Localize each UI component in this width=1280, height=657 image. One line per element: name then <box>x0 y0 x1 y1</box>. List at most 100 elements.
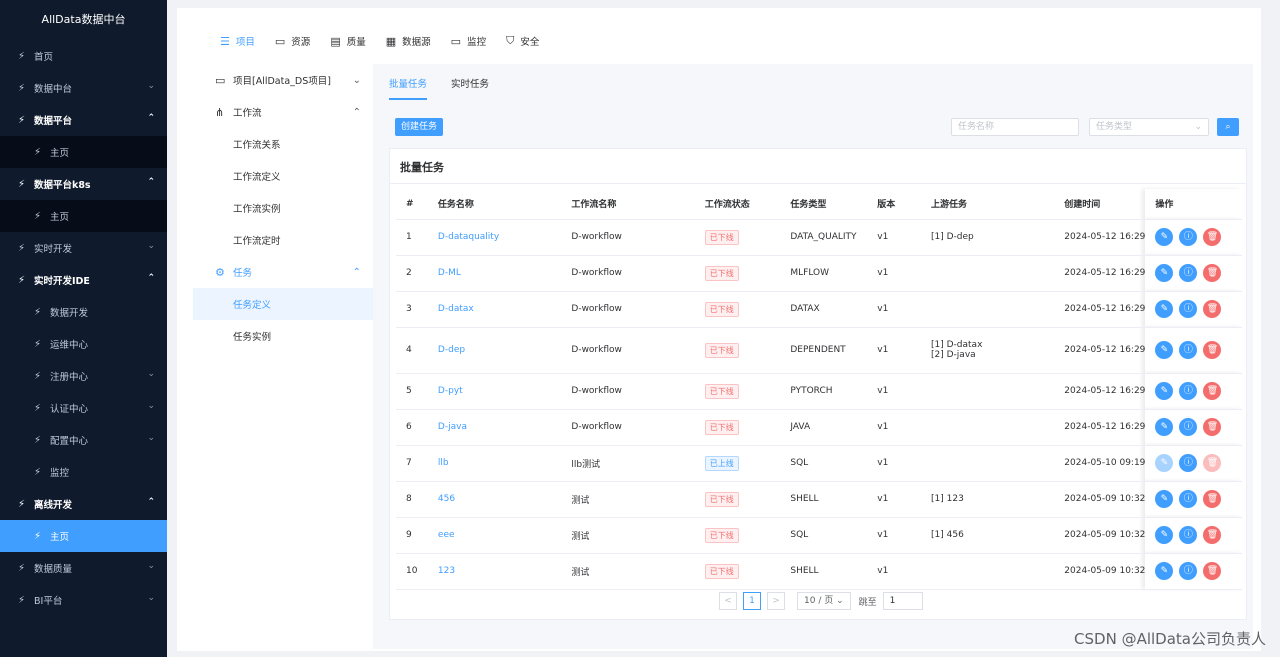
sidebar-item[interactable]: ⚡ 配置中心 ⌄ <box>0 424 167 456</box>
topnav-item[interactable]: ▭ 资源 <box>275 34 310 49</box>
task-name-link[interactable]: D-dataquality <box>427 219 562 256</box>
task-name-link[interactable]: D-ML <box>427 255 562 292</box>
sidebar-item[interactable]: ⚡ 数据平台k8s ⌃ <box>0 168 167 200</box>
workflow-item-relation[interactable]: 工作流关系 <box>193 128 373 160</box>
sidebar-item[interactable]: ⚡ 主页 <box>0 200 167 232</box>
delete-button[interactable]: 🗑 <box>1203 454 1222 472</box>
delete-button[interactable]: 🗑 <box>1203 490 1222 508</box>
tab-realtime[interactable]: 实时任务 <box>451 76 489 100</box>
sidebar-item[interactable]: ⚡ 离线开发 ⌃ <box>0 488 167 520</box>
task-name-link[interactable]: llb <box>427 445 562 482</box>
info-button[interactable]: ⓘ <box>1179 341 1198 359</box>
info-button[interactable]: ⓘ <box>1179 418 1198 436</box>
delete-button[interactable]: 🗑 <box>1203 562 1222 580</box>
tab-batch[interactable]: 批量任务 <box>389 76 428 100</box>
topnav-item[interactable]: ▤ 质量 <box>330 34 366 49</box>
sidebar-item[interactable]: ⚡ 数据开发 <box>0 296 167 328</box>
sidebar-item[interactable]: ⚡ 主页 <box>0 520 167 552</box>
edit-button[interactable]: ✎ <box>1155 562 1174 580</box>
task-group[interactable]: ⚙ 任务 ⌃ <box>193 256 373 288</box>
delete-button[interactable]: 🗑 <box>1203 382 1222 400</box>
edit-button[interactable]: ✎ <box>1155 454 1174 472</box>
chevron-up-icon: ⌃ <box>147 113 155 123</box>
delete-button[interactable]: 🗑 <box>1203 264 1222 282</box>
trash-icon: 🗑 <box>1206 232 1219 242</box>
info-button[interactable]: ⓘ <box>1179 382 1198 400</box>
status-cell: 已下线 <box>694 409 781 446</box>
edit-button[interactable]: ✎ <box>1155 490 1174 508</box>
topnav-item[interactable]: ▦ 数据源 <box>386 34 431 49</box>
task-name-link[interactable]: 456 <box>427 481 562 518</box>
task-name-link[interactable]: D-dep <box>427 327 562 374</box>
task-item-definition[interactable]: 任务定义 <box>193 288 373 320</box>
info-button[interactable]: ⓘ <box>1179 562 1198 580</box>
delete-button[interactable]: 🗑 <box>1203 300 1222 318</box>
topnav-item[interactable]: ▭ 监控 <box>451 34 487 49</box>
sidebar-item[interactable]: ⚡ 监控 <box>0 456 167 488</box>
create-task-button[interactable]: 创建任务 <box>395 118 444 136</box>
edit-button[interactable]: ✎ <box>1155 264 1174 282</box>
workflow-item-instance[interactable]: 工作流实例 <box>193 192 373 224</box>
page-size-select[interactable]: 10 / 页 ⌄ <box>797 592 851 610</box>
task-name-link[interactable]: D-java <box>427 409 562 446</box>
chevron-up-icon: ⌃ <box>352 266 361 278</box>
info-button[interactable]: ⓘ <box>1179 526 1198 544</box>
task-name-link[interactable]: eee <box>427 517 562 554</box>
sidebar-item[interactable]: ⚡ 实时开发 ⌄ <box>0 232 167 264</box>
task-name-link[interactable]: 123 <box>427 553 562 590</box>
main-panel: ☰ 项目 ▭ 资源 ▤ 质量 ▦ 数据源 ▭ 监控 ⛉ 安全 ▭ 项目[AllData_DS项目] ⌄… <box>177 8 1261 651</box>
sidebar-item[interactable]: ⚡ BI平台 ⌄ <box>0 584 167 616</box>
edit-button[interactable]: ✎ <box>1155 382 1174 400</box>
page-number-button[interactable]: 1 <box>743 592 761 610</box>
sidebar-item[interactable]: ⚡ 注册中心 ⌄ <box>0 360 167 392</box>
topnav-label: 监控 <box>467 37 487 48</box>
delete-button[interactable]: 🗑 <box>1203 526 1222 544</box>
info-button[interactable]: ⓘ <box>1179 264 1198 282</box>
sidebar-item[interactable]: ⚡ 首页 <box>0 40 167 72</box>
sidebar-item[interactable]: ⚡ 认证中心 ⌄ <box>0 392 167 424</box>
next-page-button[interactable]: > <box>767 592 785 610</box>
topnav-label: 质量 <box>346 37 366 48</box>
sidebar-item[interactable]: ⚡ 数据平台 ⌃ <box>0 104 167 136</box>
jump-input[interactable]: 1 <box>882 592 923 610</box>
info-button[interactable]: ⓘ <box>1179 300 1198 318</box>
task-type-select[interactable]: 任务类型 ⌄ <box>1089 118 1209 136</box>
edit-button[interactable]: ✎ <box>1155 341 1174 359</box>
sidebar-item[interactable]: ⚡ 主页 <box>0 136 167 168</box>
edit-button[interactable]: ✎ <box>1155 418 1174 436</box>
task-item-instance[interactable]: 任务实例 <box>193 320 373 352</box>
topnav-item[interactable]: ☰ 项目 <box>220 34 255 49</box>
info-button[interactable]: ⓘ <box>1179 490 1198 508</box>
project-selector[interactable]: ▭ 项目[AllData_DS项目] ⌄ <box>193 64 373 96</box>
edit-button[interactable]: ✎ <box>1155 300 1174 318</box>
trash-icon: 🗑 <box>1206 422 1219 432</box>
sidebar-item[interactable]: ⚡ 实时开发IDE ⌃ <box>0 264 167 296</box>
status-badge: 已下线 <box>704 301 739 317</box>
trash-icon: 🗑 <box>1206 386 1219 396</box>
search-button[interactable]: ⌕ <box>1217 118 1239 136</box>
card-title: 批量任务 <box>400 161 444 174</box>
workflow-item-schedule[interactable]: 工作流定时 <box>193 224 373 256</box>
delete-button[interactable]: 🗑 <box>1203 418 1222 436</box>
created-time: 2024-05-12 16:29 <box>1054 255 1146 292</box>
bolt-icon: ⚡ <box>34 370 42 382</box>
edit-button[interactable]: ✎ <box>1155 526 1174 544</box>
delete-button[interactable]: 🗑 <box>1203 341 1222 359</box>
workflow-group[interactable]: ⋔ 工作流 ⌃ <box>193 96 373 128</box>
column-header: 上游任务 <box>921 189 1055 220</box>
sidebar-item[interactable]: ⚡ 运维中心 <box>0 328 167 360</box>
task-name-link[interactable]: D-datax <box>427 291 562 328</box>
edit-button[interactable]: ✎ <box>1155 228 1174 246</box>
task-name-link[interactable]: D-pyt <box>427 373 562 410</box>
topnav-item[interactable]: ⛉ 安全 <box>506 34 539 48</box>
info-button[interactable]: ⓘ <box>1179 228 1198 246</box>
sidebar-item[interactable]: ⚡ 数据中台 ⌄ <box>0 72 167 104</box>
bolt-icon: ⚡ <box>18 562 26 574</box>
info-button[interactable]: ⓘ <box>1179 454 1198 472</box>
sidebar-item[interactable]: ⚡ 数据质量 ⌄ <box>0 552 167 584</box>
task-name-input[interactable]: 任务名称 <box>951 118 1079 136</box>
delete-button[interactable]: 🗑 <box>1203 228 1222 246</box>
actions-cell: ✎ ⓘ 🗑 <box>1145 445 1242 482</box>
prev-page-button[interactable]: < <box>719 592 737 610</box>
workflow-item-definition[interactable]: 工作流定义 <box>193 160 373 192</box>
